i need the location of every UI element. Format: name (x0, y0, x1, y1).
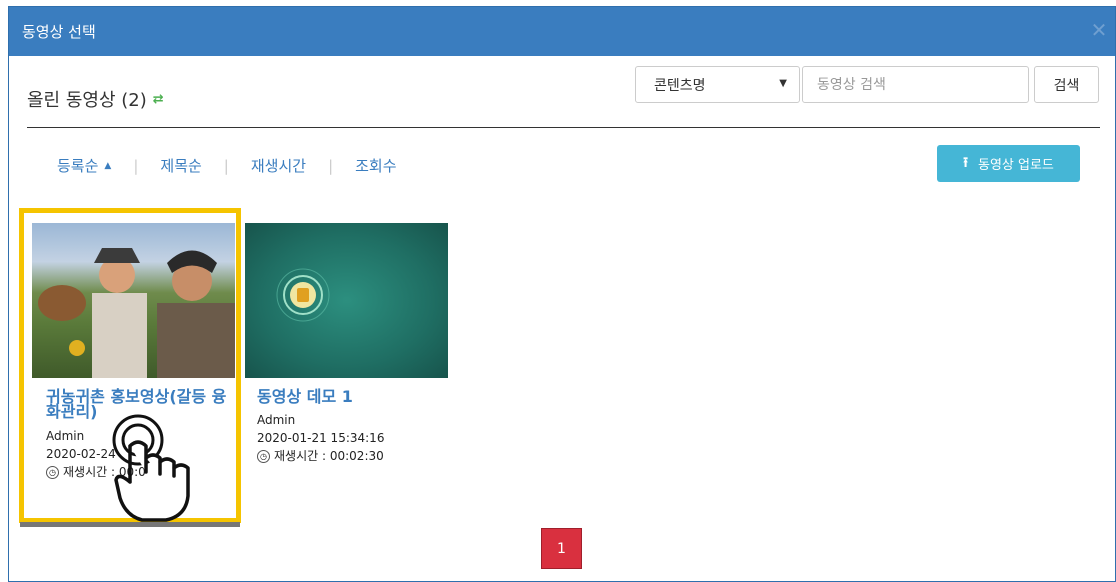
card-bottom-bar (20, 522, 240, 527)
video-duration: ◷ 재생시간 : 00:02:30 (257, 447, 384, 464)
dialog-titlebar: 동영상 선택 ✕ (9, 7, 1115, 56)
sort-by-views[interactable]: 조회수 (355, 155, 396, 176)
video-author: Admin (46, 429, 85, 443)
refresh-icon[interactable]: ⇄ (153, 92, 164, 107)
upload-label: 동영상 업로드 (978, 158, 1054, 173)
close-icon[interactable]: ✕ (1089, 20, 1109, 40)
sort-by-date-label: 등록순 (57, 157, 99, 175)
page-button-current[interactable]: 1 (541, 528, 582, 569)
sort-separator: | (328, 156, 334, 175)
video-date: 2020-01-21 15:34:16 (257, 431, 385, 445)
sort-bar: 등록순 ▲ | 제목순 | 재생시간 | 조회수 (57, 155, 397, 176)
uploaded-videos-heading: 올린 동영상 (2) ⇄ (27, 86, 164, 112)
chevron-down-icon: ▼ (779, 78, 787, 89)
upload-icon: ⭱ (963, 154, 968, 171)
filter-select-value: 콘텐츠명 (654, 77, 706, 94)
sort-asc-icon: ▲ (104, 160, 112, 171)
sort-by-duration[interactable]: 재생시간 (251, 155, 306, 176)
search-input[interactable] (802, 66, 1029, 103)
header-divider (27, 127, 1100, 128)
filter-select[interactable]: 콘텐츠명 ▼ (635, 66, 800, 103)
clock-icon: ◷ (46, 466, 59, 479)
sort-by-title[interactable]: 제목순 (160, 155, 201, 176)
video-title[interactable]: 동영상 데모 1 (257, 389, 447, 405)
upload-video-button[interactable]: ⭱ 동영상 업로드 (937, 145, 1080, 182)
heading-text: 올린 동영상 (2) (27, 90, 147, 111)
sort-by-date[interactable]: 등록순 ▲ (57, 155, 111, 176)
duration-value: 00:02:30 (329, 449, 384, 463)
video-card[interactable]: 동영상 데모 1 Admin 2020-01-21 15:34:16 ◷ 재생시간… (245, 223, 450, 483)
search-button[interactable]: 검색 (1034, 66, 1099, 103)
sort-separator: | (223, 156, 229, 175)
video-thumbnail[interactable] (32, 223, 235, 378)
hand-pointer-icon (112, 414, 190, 522)
duration-label: 재생시간 : (274, 449, 327, 463)
sort-separator: | (133, 156, 139, 175)
dialog-title: 동영상 선택 (22, 23, 96, 41)
video-author: Admin (257, 413, 296, 427)
video-thumbnail[interactable] (245, 223, 448, 378)
clock-icon: ◷ (257, 450, 270, 463)
